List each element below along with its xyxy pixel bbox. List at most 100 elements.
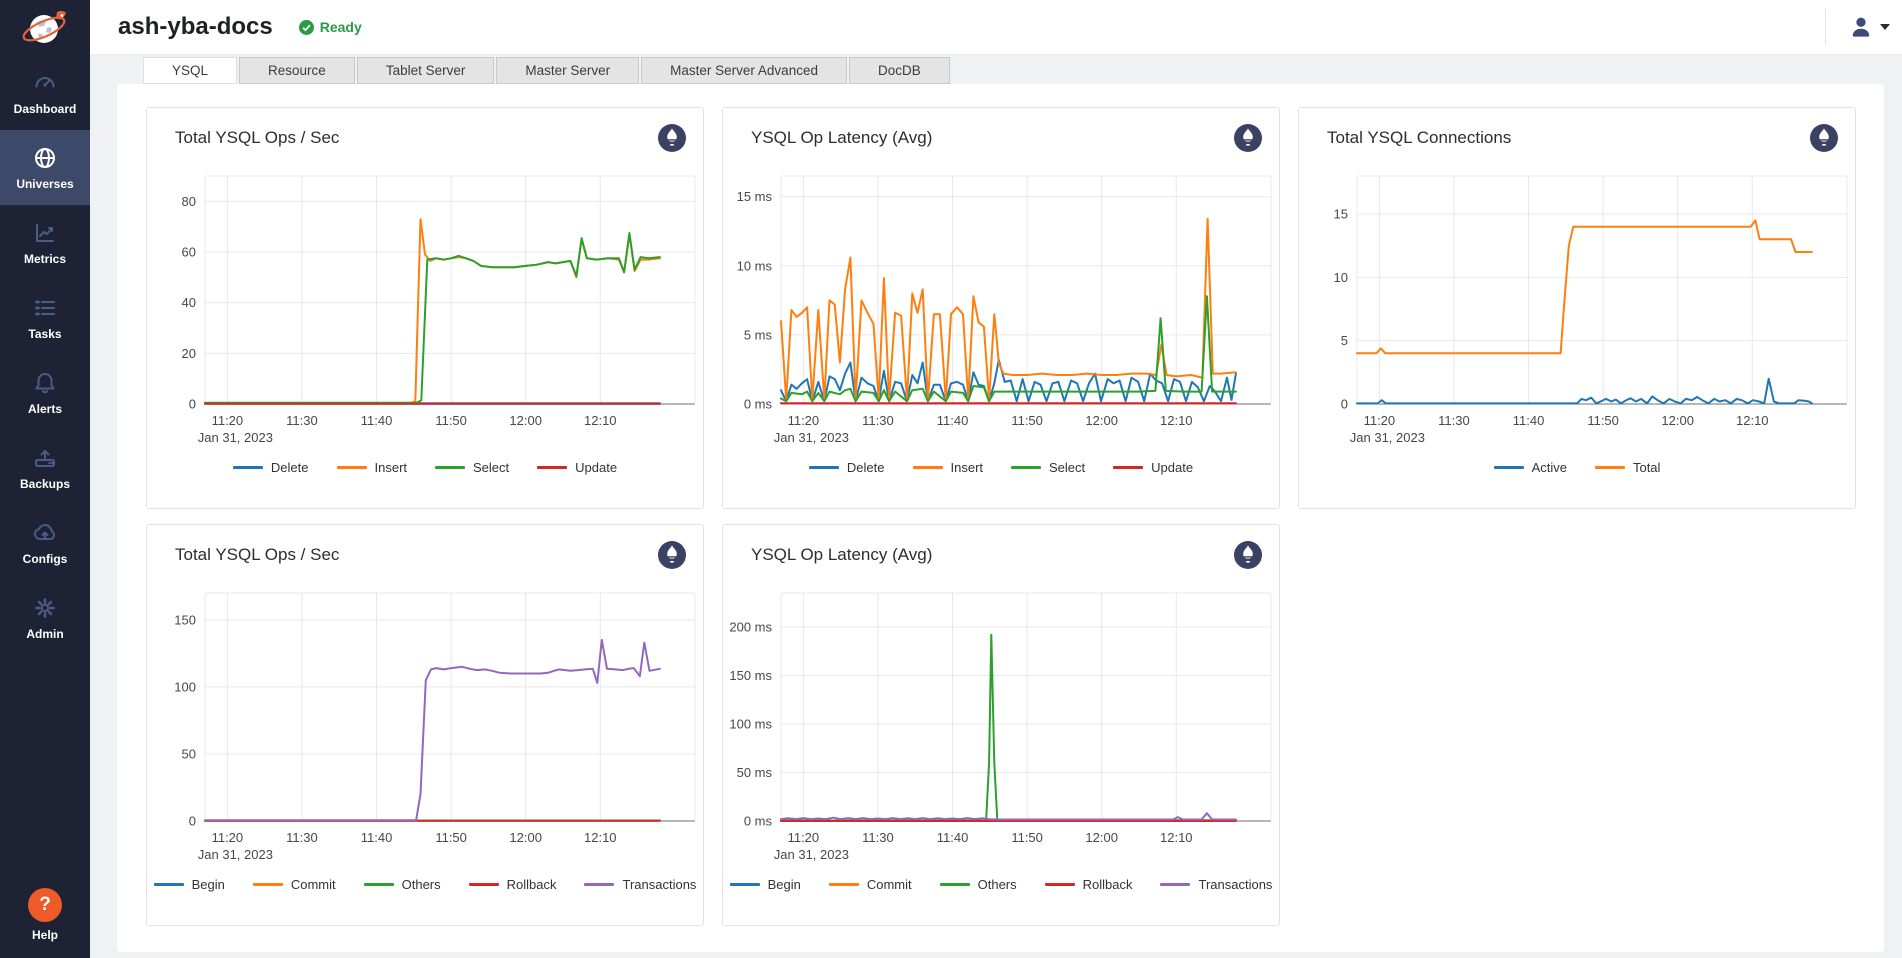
y-tick-label: 15: [1334, 207, 1348, 222]
main-area: ash-yba-docs Ready YSQLResou: [90, 0, 1902, 958]
legend-label: Insert: [375, 460, 408, 475]
x-tick-label: 11:20: [788, 830, 820, 845]
x-tick-label: 11:40: [361, 413, 393, 428]
metrics-card: Total YSQL Ops / Sec02040608011:20Jan 31…: [117, 84, 1884, 952]
legend-item-total[interactable]: Total: [1595, 460, 1660, 475]
sidebar-nav: DashboardUniversesMetricsTasks Alerts Back…: [0, 55, 90, 655]
legend-swatch: [940, 883, 970, 886]
chart-panels: Total YSQL Ops / Sec02040608011:20Jan 31…: [146, 107, 1858, 926]
top-bar: ash-yba-docs Ready: [90, 0, 1902, 55]
tab-tablet-server[interactable]: Tablet Server: [357, 57, 495, 84]
legend-label: Begin: [768, 877, 801, 892]
legend-swatch: [1595, 466, 1625, 469]
legend-item-begin[interactable]: Begin: [730, 877, 801, 892]
legend-label: Delete: [847, 460, 885, 475]
x-axis-date-label: Jan 31, 2023: [1350, 430, 1425, 445]
legend-swatch: [913, 466, 943, 469]
legend-swatch: [469, 883, 499, 886]
sidebar-item-help[interactable]: ? Help: [0, 874, 90, 958]
legend-item-delete[interactable]: Delete: [233, 460, 309, 475]
legend-item-others[interactable]: Others: [364, 877, 441, 892]
legend-item-transactions[interactable]: Transactions: [1160, 877, 1272, 892]
chart-plot: 05010015011:20Jan 31, 202311:3011:4011:5…: [147, 565, 703, 865]
legend-item-others[interactable]: Others: [940, 877, 1017, 892]
sidebar-item-configs[interactable]: Configs: [0, 505, 90, 580]
legend-item-update[interactable]: Update: [1113, 460, 1193, 475]
chart-panel: Total YSQL Ops / Sec05010015011:20Jan 31…: [146, 524, 704, 926]
tab-master-server-advanced[interactable]: Master Server Advanced: [641, 57, 847, 84]
tab-docdb[interactable]: DocDB: [849, 57, 950, 84]
x-tick-label: 11:50: [1011, 413, 1043, 428]
sidebar-item-admin[interactable]: Admin: [0, 580, 90, 655]
legend-item-commit[interactable]: Commit: [253, 877, 336, 892]
sidebar-item-label: Alerts: [2, 402, 88, 416]
tab-resource[interactable]: Resource: [239, 57, 355, 84]
x-tick-label: 11:40: [361, 830, 393, 845]
y-tick-label: 15 ms: [737, 189, 773, 204]
legend-item-rollback[interactable]: Rollback: [469, 877, 557, 892]
x-tick-label: 11:40: [1513, 413, 1545, 428]
prometheus-icon[interactable]: [657, 540, 687, 570]
x-tick-label: 11:20: [212, 413, 244, 428]
chart-legend: Delete Insert Select Update: [147, 460, 703, 475]
x-tick-label: 11:30: [862, 830, 894, 845]
series-line-select: [781, 296, 1236, 401]
help-icon: ?: [28, 888, 62, 922]
sidebar-item-alerts[interactable]: Alerts: [0, 355, 90, 430]
legend-item-transactions[interactable]: Transactions: [584, 877, 696, 892]
y-tick-label: 0: [189, 397, 196, 412]
legend-item-update[interactable]: Update: [537, 460, 617, 475]
sidebar-item-metrics[interactable]: Metrics: [0, 205, 90, 280]
status-text: Ready: [320, 19, 362, 35]
prometheus-icon[interactable]: [1233, 123, 1263, 153]
chart-plot: 05101511:20Jan 31, 202311:3011:4011:5012…: [1299, 148, 1855, 448]
legend-item-select[interactable]: Select: [1011, 460, 1085, 475]
sidebar-item-dashboard[interactable]: Dashboard: [0, 55, 90, 130]
chart-panel: Total YSQL Connections05101511:20Jan 31,…: [1298, 107, 1856, 509]
sidebar-item-label: Help: [2, 928, 88, 942]
user-menu-button[interactable]: [1848, 14, 1892, 40]
chart-panel: YSQL Op Latency (Avg)0 ms50 ms100 ms150 …: [722, 524, 1280, 926]
legend-item-commit[interactable]: Commit: [829, 877, 912, 892]
x-axis-date-label: Jan 31, 2023: [774, 430, 849, 445]
series-line-insert: [205, 219, 660, 403]
yugabyte-logo[interactable]: [0, 0, 90, 55]
status-badge: Ready: [299, 19, 362, 35]
prometheus-icon[interactable]: [1809, 123, 1839, 153]
x-tick-label: 12:10: [584, 413, 617, 428]
x-tick-label: 11:20: [1364, 413, 1396, 428]
legend-item-delete[interactable]: Delete: [809, 460, 885, 475]
chart-panel: Total YSQL Ops / Sec02040608011:20Jan 31…: [146, 107, 704, 509]
legend-swatch: [1011, 466, 1041, 469]
sidebar-item-tasks[interactable]: Tasks: [0, 280, 90, 355]
legend-label: Transactions: [622, 877, 696, 892]
tab-ysql[interactable]: YSQL: [143, 57, 237, 84]
tab-master-server[interactable]: Master Server: [496, 57, 639, 84]
legend-item-active[interactable]: Active: [1494, 460, 1567, 475]
legend-label: Rollback: [507, 877, 557, 892]
legend-item-insert[interactable]: Insert: [337, 460, 408, 475]
x-tick-label: 11:40: [937, 413, 969, 428]
series-line-others: [781, 635, 1236, 821]
metrics-icon: [2, 220, 88, 246]
sidebar-item-universes[interactable]: Universes: [0, 130, 90, 205]
prometheus-icon[interactable]: [1233, 540, 1263, 570]
prometheus-icon[interactable]: [657, 123, 687, 153]
series-line-total: [1357, 220, 1812, 353]
legend-item-select[interactable]: Select: [435, 460, 509, 475]
legend-item-rollback[interactable]: Rollback: [1045, 877, 1133, 892]
x-tick-label: 11:30: [286, 413, 318, 428]
x-axis-date-label: Jan 31, 2023: [198, 847, 273, 862]
legend-label: Transactions: [1198, 877, 1272, 892]
y-tick-label: 150: [174, 612, 196, 627]
legend-item-insert[interactable]: Insert: [913, 460, 984, 475]
legend-label: Commit: [291, 877, 336, 892]
sidebar-item-backups[interactable]: Backups: [0, 430, 90, 505]
divider: [1825, 9, 1826, 45]
legend-item-begin[interactable]: Begin: [154, 877, 225, 892]
legend-label: Total: [1633, 460, 1660, 475]
chart-plot: 0 ms50 ms100 ms150 ms200 ms11:20Jan 31, …: [723, 565, 1279, 865]
legend-label: Commit: [867, 877, 912, 892]
y-tick-label: 20: [182, 346, 196, 361]
series-line-transactions: [205, 640, 660, 820]
